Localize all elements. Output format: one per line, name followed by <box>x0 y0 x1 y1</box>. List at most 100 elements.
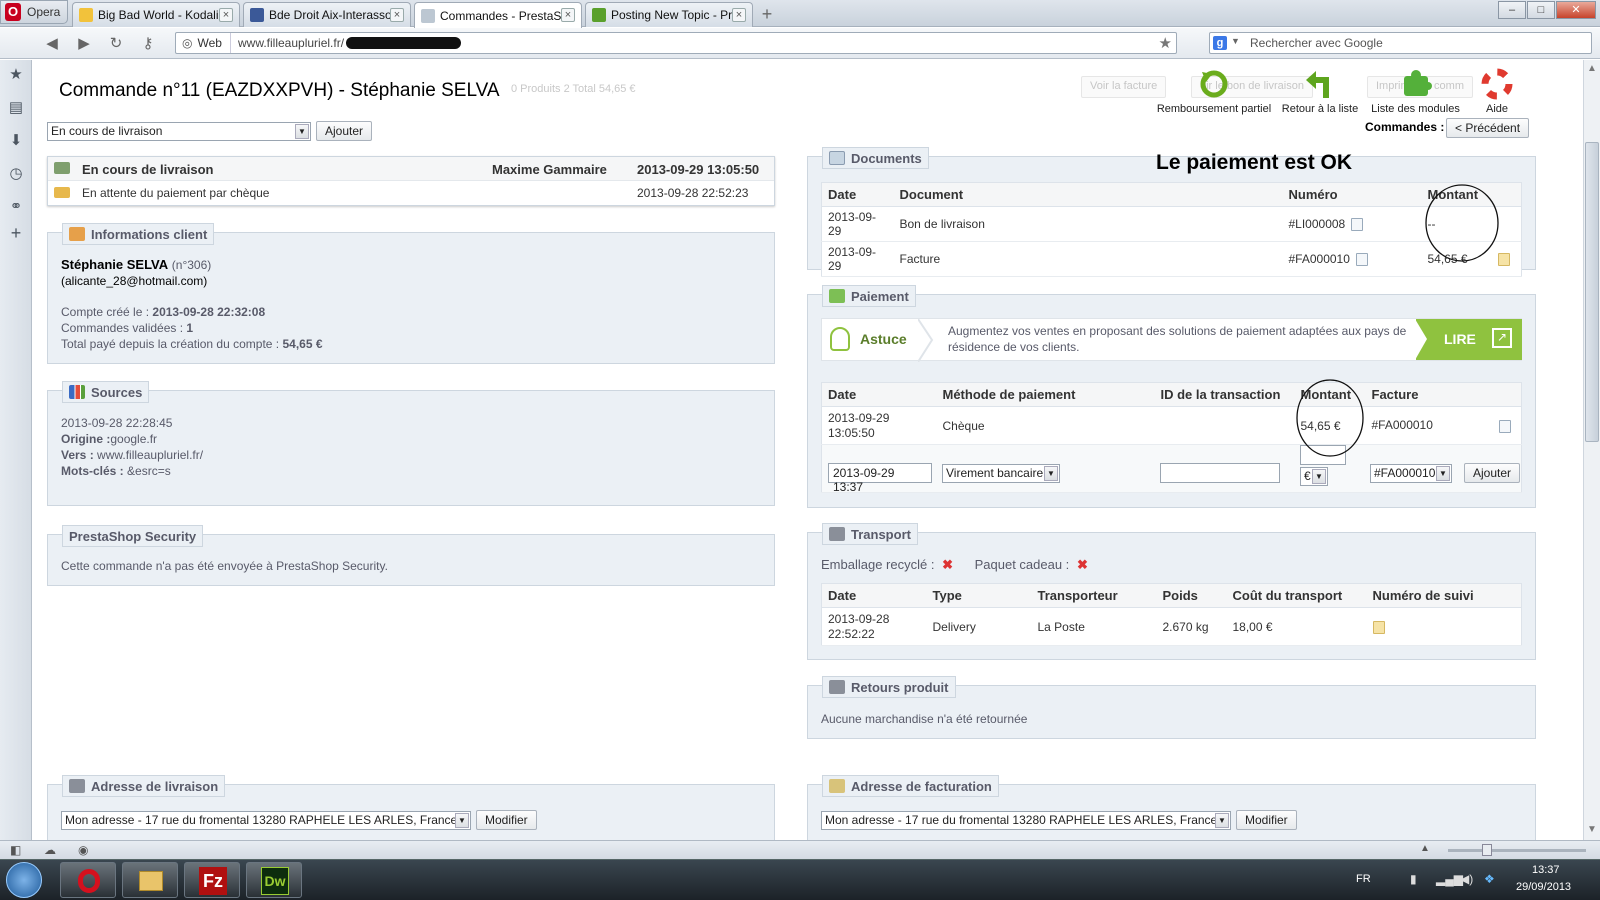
billing-address-legend: Adresse de facturation <box>822 775 999 797</box>
close-tab-icon[interactable]: × <box>390 8 404 22</box>
view-document-icon[interactable] <box>1498 419 1511 433</box>
history-date: 2013-09-29 13:05:50 <box>637 162 760 177</box>
tab-bde-droit[interactable]: Bde Droit Aix-Interasso × <box>243 2 411 27</box>
close-tab-icon[interactable]: × <box>219 8 233 22</box>
history-clock-icon[interactable]: ◷ <box>8 166 24 182</box>
invoice-select[interactable]: #FA000010 ▼ <box>1370 464 1452 483</box>
signal-icon[interactable]: ▂▄▆ <box>1436 872 1463 886</box>
close-tab-icon[interactable]: × <box>732 8 746 22</box>
col-weight: Poids <box>1156 583 1227 608</box>
search-box[interactable]: g ▼ Rechercher avec Google <box>1209 32 1592 54</box>
forward-arrow-icon[interactable]: ▶ <box>74 34 94 54</box>
add-status-button[interactable]: Ajouter <box>316 121 373 141</box>
address-mode-badge[interactable]: ◎ Web <box>176 33 231 53</box>
view-invoice-button[interactable]: Voir la facture <box>1081 76 1167 98</box>
edit-pencil-icon[interactable] <box>1372 620 1385 634</box>
billing-address-select[interactable]: Mon adresse - 17 rue du fromental 13280 … <box>821 811 1231 830</box>
zoom-slider-track[interactable] <box>1448 849 1586 852</box>
history-status: En cours de livraison <box>82 162 214 177</box>
bookmarks-star-icon[interactable]: ★ <box>8 67 24 83</box>
client-name: Stéphanie SELVA <box>61 257 169 272</box>
maximize-window-button[interactable]: □ <box>1527 1 1555 19</box>
tab-posting-new-topic[interactable]: Posting New Topic - Pr... × <box>585 2 753 27</box>
lightbulb-icon <box>830 327 850 351</box>
back-arrow-icon[interactable]: ◀ <box>42 34 62 54</box>
payment-date-input[interactable]: 2013-09-29 13:37 <box>828 463 932 494</box>
panel-toggle-icon[interactable]: ◧ <box>10 843 21 857</box>
url-text: www.filleaupluriel.fr/ <box>238 36 345 50</box>
notes-icon[interactable]: ▤ <box>8 100 24 116</box>
add-panel-icon[interactable]: + <box>8 224 24 242</box>
network-icon[interactable]: ▮ <box>1410 872 1417 886</box>
tip-read-button[interactable]: LIRE ↗ <box>1415 319 1522 360</box>
source-to[interactable]: www.filleaupluriel.fr/ <box>97 448 203 462</box>
taskbar-dreamweaver[interactable]: Dw <box>246 862 302 898</box>
currency-select[interactable]: € ▼ <box>1300 467 1328 486</box>
billing-address-panel: Adresse de facturation Mon adresse - 17 … <box>807 775 1536 840</box>
dreamweaver-icon: Dw <box>261 867 289 895</box>
previous-order-button[interactable]: < Précédent <box>1446 118 1530 138</box>
product-returns-panel: Retours produit Aucune marchandise n'a é… <box>807 676 1536 739</box>
hand-drawn-circle-annotation <box>1425 184 1499 262</box>
dropbox-icon[interactable]: ❖ <box>1484 872 1495 886</box>
minimize-window-button[interactable]: – <box>1498 1 1526 19</box>
client-email[interactable]: (alicante_28@hotmail.com) <box>61 274 207 288</box>
windows-start-button[interactable] <box>6 862 42 898</box>
cloud-icon[interactable]: ☁ <box>44 843 56 857</box>
taskbar-filezilla[interactable]: Fz <box>184 862 240 898</box>
partial-refund-button[interactable]: Remboursement partiel <box>1155 68 1273 115</box>
scrollbar-thumb[interactable] <box>1585 142 1599 442</box>
opera-menu-button[interactable]: O Opera <box>0 0 68 24</box>
scroll-down-icon[interactable]: ▼ <box>1587 824 1597 835</box>
chevron-down-icon[interactable]: ▼ <box>1231 36 1240 46</box>
col-method: Méthode de paiement <box>936 382 1155 407</box>
order-status-select[interactable]: En cours de livraison ▼ <box>47 122 311 141</box>
clock-date[interactable]: 29/09/2013 <box>1516 881 1571 893</box>
bookmark-star-icon[interactable]: ★ <box>1159 34 1172 52</box>
shipping-address-select[interactable]: Mon adresse - 17 rue du fromental 13280 … <box>61 811 471 830</box>
close-tab-icon[interactable]: × <box>561 8 575 22</box>
reload-icon[interactable]: ↻ <box>106 34 126 54</box>
returns-text: Aucune marchandise n'a été retournée <box>821 712 1028 726</box>
prestashop-security-panel: PrestaShop Security Cette commande n'a p… <box>47 525 775 586</box>
speed-dial-icon[interactable]: ◉ <box>78 843 88 857</box>
close-window-button[interactable]: ✕ <box>1556 1 1596 19</box>
language-indicator[interactable]: FR <box>1356 873 1371 885</box>
taskbar-explorer[interactable] <box>122 862 178 898</box>
key-icon[interactable]: ⚷ <box>138 34 158 54</box>
payment-method-select[interactable]: Virement bancaire ▼ <box>942 464 1060 483</box>
modify-billing-address-button[interactable]: Modifier <box>1236 810 1297 830</box>
folder-icon <box>139 871 163 891</box>
tab-label: Posting New Topic - Pr... <box>611 8 742 22</box>
table-header-row: Date Document Numéro Montant <box>821 182 1522 207</box>
table-header-row: Date Type Transporteur Poids Coût du tra… <box>821 583 1522 608</box>
chevron-down-icon: ▼ <box>1436 466 1450 481</box>
add-payment-button[interactable]: Ajouter <box>1464 463 1521 483</box>
tab-big-bad-world[interactable]: Big Bad World - Kodali... × <box>72 2 240 27</box>
view-document-icon[interactable] <box>1351 218 1364 232</box>
expand-up-icon[interactable]: ▲ <box>1420 843 1430 854</box>
transaction-id-input[interactable] <box>1160 463 1280 483</box>
links-icon[interactable]: ⚭ <box>8 199 24 215</box>
clock-time[interactable]: 13:37 <box>1532 864 1560 876</box>
address-bar[interactable]: ◎ Web www.filleaupluriel.fr/ ★ <box>175 32 1177 54</box>
client-name-line: Stéphanie SELVA (n°306) <box>61 257 211 272</box>
module-list-button[interactable]: Liste des modules <box>1368 68 1463 115</box>
tab-commandes[interactable]: Commandes - PrestaS... × <box>414 2 582 28</box>
table-row: 2013-09-28 22:52:22 Delivery La Poste 2.6… <box>821 607 1522 646</box>
zoom-slider-handle[interactable] <box>1482 844 1492 856</box>
document-number-link[interactable]: #FA000010 <box>1289 252 1350 266</box>
volume-icon[interactable]: ◀) <box>1460 872 1473 886</box>
new-tab-button[interactable]: + <box>757 4 777 24</box>
document-number-link[interactable]: #LI000008 <box>1289 217 1346 231</box>
source-origin[interactable]: google.fr <box>110 432 157 446</box>
back-to-list-button[interactable]: Retour à la liste <box>1280 68 1360 115</box>
modify-shipping-address-button[interactable]: Modifier <box>476 810 537 830</box>
help-button[interactable]: Aide <box>1473 68 1521 115</box>
view-document-icon[interactable] <box>1355 253 1368 267</box>
client-info-panel: Informations client Stéphanie SELVA (n°3… <box>47 223 775 364</box>
downloads-icon[interactable]: ⬇ <box>8 133 24 149</box>
scroll-up-icon[interactable]: ▲ <box>1587 63 1597 74</box>
page-scrollbar[interactable]: ▲ ▼ <box>1583 60 1600 840</box>
taskbar-opera[interactable] <box>60 862 116 898</box>
